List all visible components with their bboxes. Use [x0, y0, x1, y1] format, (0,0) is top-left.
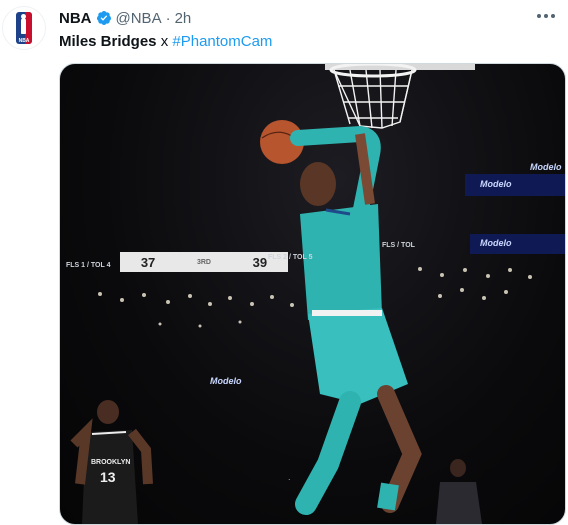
timestamp[interactable]: 2h: [175, 10, 192, 27]
scoreboard-tag: FLS / TOL: [382, 242, 415, 249]
separator-dot: ·: [165, 9, 171, 27]
arena-sign: Modelo: [530, 162, 562, 172]
arena-sign: Modelo: [480, 238, 512, 248]
tweet-header: NBA @NBA · 2h: [59, 8, 191, 28]
scoreboard-tag: FLS 2 / TOL 5: [268, 254, 313, 261]
tweet-text-bold: Miles Bridges: [59, 33, 157, 50]
arena-sign: Modelo: [480, 179, 512, 189]
author-handle[interactable]: @NBA: [116, 10, 162, 27]
scoreboard-tag: FLS 1 / TOL 4: [66, 262, 111, 269]
tweet-text: Miles Bridges x #PhantomCam: [59, 32, 272, 51]
arena-sign: Modelo: [210, 376, 242, 386]
jersey-team-text: BROOKLYN: [91, 459, 131, 466]
arena-background: .: [70, 64, 565, 524]
tweet-media[interactable]: . 37 3RD 39 FLS 1 / TOL 4 FLS / TOL FLS …: [59, 63, 566, 525]
svg-text:.: .: [288, 472, 291, 482]
tweet-text-mid: x: [156, 33, 173, 50]
tweet[interactable]: NBA NBA @NBA · 2h Miles Bridges x #Phant…: [0, 0, 568, 525]
more-options-icon[interactable]: [532, 6, 560, 26]
score-right: 39: [252, 254, 268, 270]
author-name[interactable]: NBA: [59, 10, 92, 27]
avatar[interactable]: NBA: [2, 6, 46, 50]
jersey-number: 13: [100, 469, 116, 485]
score-period: 3RD: [196, 258, 211, 266]
scoreboard: 37 3RD 39: [120, 252, 288, 272]
verified-badge-icon: [96, 11, 111, 25]
score-left: 37: [140, 254, 156, 270]
nba-logo-icon: NBA: [16, 12, 32, 44]
hashtag-link[interactable]: #PhantomCam: [172, 33, 272, 50]
